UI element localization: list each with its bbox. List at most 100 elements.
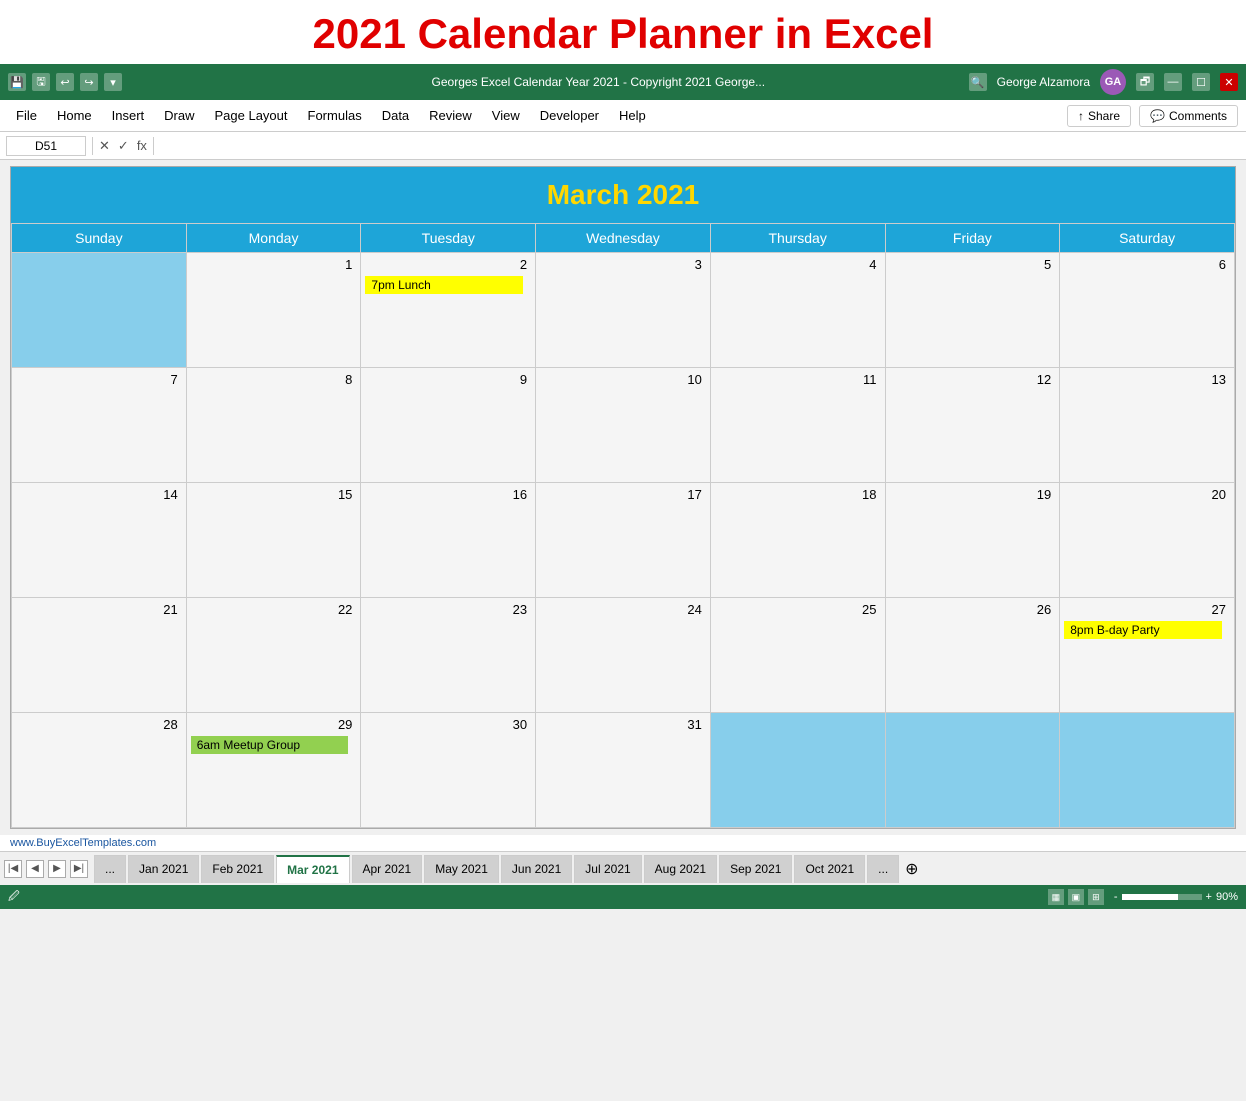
normal-view-icon[interactable]: ▦ xyxy=(1048,889,1064,905)
tab-more-right[interactable]: ... xyxy=(867,855,899,883)
calendar-day[interactable]: 23 xyxy=(361,598,536,713)
calendar-week-row: 28296am Meetup Group3031 xyxy=(12,713,1235,828)
calendar-day[interactable]: 296am Meetup Group xyxy=(186,713,361,828)
calendar-day[interactable]: 17 xyxy=(536,483,711,598)
calendar-day[interactable]: 1 xyxy=(186,253,361,368)
tab-apr-2021[interactable]: Apr 2021 xyxy=(352,855,423,883)
calendar-day[interactable]: 15 xyxy=(186,483,361,598)
fx-icon[interactable]: fx xyxy=(137,138,147,154)
tab-jun-2021[interactable]: Jun 2021 xyxy=(501,855,572,883)
calendar-day[interactable]: 19 xyxy=(885,483,1060,598)
menu-page-layout[interactable]: Page Layout xyxy=(207,104,296,127)
add-sheet-btn[interactable]: ⊕ xyxy=(905,859,918,879)
calendar-header-row: Sunday Monday Tuesday Wednesday Thursday… xyxy=(12,224,1235,253)
menu-review[interactable]: Review xyxy=(421,104,480,127)
day-number: 27 xyxy=(1064,602,1230,617)
calendar-day[interactable]: 16 xyxy=(361,483,536,598)
calendar-day[interactable]: 14 xyxy=(12,483,187,598)
page-break-icon[interactable]: ⊞ xyxy=(1088,889,1104,905)
calendar-day[interactable]: 26 xyxy=(885,598,1060,713)
menu-data[interactable]: Data xyxy=(374,104,417,127)
save-icon[interactable]: 💾 xyxy=(8,73,26,91)
day-number: 23 xyxy=(365,602,531,617)
tab-mar-2021[interactable]: Mar 2021 xyxy=(276,855,349,883)
menu-draw[interactable]: Draw xyxy=(156,104,202,127)
calendar-day[interactable]: 31 xyxy=(536,713,711,828)
calendar-day[interactable]: 13 xyxy=(1060,368,1235,483)
minimize-icon[interactable]: — xyxy=(1164,73,1182,91)
save2-icon[interactable]: 🖫 xyxy=(32,73,50,91)
page-title: 2021 Calendar Planner in Excel xyxy=(0,0,1246,64)
comments-button[interactable]: 💬 Comments xyxy=(1139,105,1238,127)
day-number: 3 xyxy=(540,257,706,272)
menu-view[interactable]: View xyxy=(484,104,528,127)
menu-formulas[interactable]: Formulas xyxy=(300,104,370,127)
calendar-day[interactable]: 12 xyxy=(885,368,1060,483)
zoom-out-btn[interactable]: - xyxy=(1114,891,1118,903)
calendar-day[interactable]: 22 xyxy=(186,598,361,713)
calendar-day[interactable]: 20 xyxy=(1060,483,1235,598)
menu-developer[interactable]: Developer xyxy=(532,104,607,127)
formula-input[interactable] xyxy=(160,139,1240,153)
col-monday: Monday xyxy=(186,224,361,253)
calendar-day[interactable]: 24 xyxy=(536,598,711,713)
tab-more-left[interactable]: ... xyxy=(94,855,126,883)
page-layout-icon[interactable]: ▣ xyxy=(1068,889,1084,905)
tab-last-btn[interactable]: ▶| xyxy=(70,860,88,878)
calendar-day[interactable]: 11 xyxy=(710,368,885,483)
share-button[interactable]: ↑ Share xyxy=(1067,105,1131,127)
search-icon[interactable]: 🔍 xyxy=(969,73,987,91)
menu-insert[interactable]: Insert xyxy=(104,104,153,127)
tab-sep-2021[interactable]: Sep 2021 xyxy=(719,855,792,883)
tab-next-btn[interactable]: ▶ xyxy=(48,860,66,878)
restore-icon[interactable]: 🗗 xyxy=(1136,73,1154,91)
redo-icon[interactable]: ↪ xyxy=(80,73,98,91)
calendar-day[interactable]: 18 xyxy=(710,483,885,598)
calendar-day[interactable]: 10 xyxy=(536,368,711,483)
calendar-day[interactable] xyxy=(12,253,187,368)
day-number: 20 xyxy=(1064,487,1230,502)
event-label: 8pm B-day Party xyxy=(1064,621,1221,639)
status-right: ▦ ▣ ⊞ - + 90% xyxy=(1048,889,1238,905)
calendar-day[interactable]: 9 xyxy=(361,368,536,483)
calendar-day[interactable]: 6 xyxy=(1060,253,1235,368)
calendar-day[interactable]: 28 xyxy=(12,713,187,828)
calendar-day[interactable] xyxy=(1060,713,1235,828)
menu-home[interactable]: Home xyxy=(49,104,100,127)
tab-feb-2021[interactable]: Feb 2021 xyxy=(201,855,274,883)
tab-jul-2021[interactable]: Jul 2021 xyxy=(574,855,641,883)
calendar-day[interactable]: 27 8pm B-day Party xyxy=(1060,598,1235,713)
title-bar-right: 🔍 George Alzamora GA 🗗 — ☐ ✕ xyxy=(969,69,1238,95)
menu-help[interactable]: Help xyxy=(611,104,654,127)
close-icon[interactable]: ✕ xyxy=(1220,73,1238,91)
undo-icon[interactable]: ↩ xyxy=(56,73,74,91)
tab-first-btn[interactable]: |◀ xyxy=(4,860,22,878)
tab-may-2021[interactable]: May 2021 xyxy=(424,855,499,883)
zoom-percent: 90% xyxy=(1216,891,1238,903)
tab-jan-2021[interactable]: Jan 2021 xyxy=(128,855,199,883)
calendar-day[interactable]: 5 xyxy=(885,253,1060,368)
calendar-day[interactable] xyxy=(885,713,1060,828)
calendar-day[interactable]: 8 xyxy=(186,368,361,483)
cancel-formula-icon[interactable]: ✕ xyxy=(99,138,110,154)
calendar-day[interactable]: 30 xyxy=(361,713,536,828)
tab-aug-2021[interactable]: Aug 2021 xyxy=(644,855,717,883)
day-number: 12 xyxy=(890,372,1056,387)
calendar-day[interactable]: 4 xyxy=(710,253,885,368)
confirm-formula-icon[interactable]: ✓ xyxy=(118,138,129,154)
tab-oct-2021[interactable]: Oct 2021 xyxy=(794,855,865,883)
dropdown-icon[interactable]: ▾ xyxy=(104,73,122,91)
calendar-day[interactable]: 27pm Lunch xyxy=(361,253,536,368)
calendar-day[interactable] xyxy=(710,713,885,828)
zoom-in-btn[interactable]: + xyxy=(1206,891,1212,903)
calendar-day[interactable]: 21 xyxy=(12,598,187,713)
calendar-day[interactable]: 25 xyxy=(710,598,885,713)
calendar-day[interactable]: 3 xyxy=(536,253,711,368)
day-number: 6 xyxy=(1064,257,1230,272)
user-avatar: GA xyxy=(1100,69,1126,95)
maximize-icon[interactable]: ☐ xyxy=(1192,73,1210,91)
menu-file[interactable]: File xyxy=(8,104,45,127)
cell-reference[interactable] xyxy=(6,136,86,156)
tab-prev-btn[interactable]: ◀ xyxy=(26,860,44,878)
calendar-day[interactable]: 7 xyxy=(12,368,187,483)
